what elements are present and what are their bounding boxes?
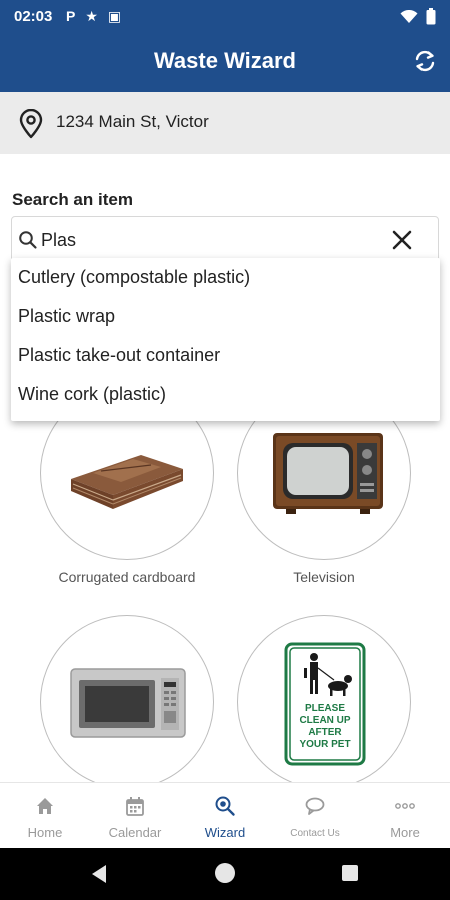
recent-apps-icon[interactable] bbox=[342, 865, 358, 881]
item-image-circle bbox=[40, 615, 214, 789]
home-icon bbox=[37, 798, 53, 814]
address-text: 1234 Main St, Victor bbox=[56, 112, 209, 131]
more-icon bbox=[395, 803, 415, 809]
app-header: 02:03 P ★ ▣ Waste Wizard bbox=[0, 0, 450, 92]
search-suggestions: Cutlery (compostable plastic) Plastic wr… bbox=[11, 258, 440, 421]
nav-label: Home bbox=[27, 825, 63, 840]
system-navigation-bar bbox=[0, 848, 450, 900]
status-notification-icons: P ★ ▣ bbox=[66, 8, 121, 25]
battery-icon bbox=[426, 8, 436, 25]
parking-icon: P bbox=[66, 8, 76, 24]
page-title: Waste Wizard bbox=[153, 48, 296, 73]
suggestion-item[interactable]: Cutlery (compostable plastic) bbox=[11, 262, 440, 301]
sign-text-line: CLEAN UP bbox=[299, 715, 350, 726]
sim-icon: ▣ bbox=[107, 8, 122, 24]
status-time: 02:03 bbox=[14, 8, 53, 25]
location-pin-icon bbox=[19, 109, 43, 139]
sign-text-line: YOUR PET bbox=[299, 739, 350, 750]
wifi-icon bbox=[400, 9, 418, 23]
address-selector[interactable]: 1234 Main St, Victor bbox=[0, 92, 450, 154]
nav-item-contact[interactable]: Contact Us bbox=[270, 783, 360, 848]
search-icon bbox=[19, 231, 37, 249]
item-card-pet-waste[interactable]: PLEASE CLEAN UP AFTER YOUR PET bbox=[237, 615, 411, 789]
home-button-icon[interactable] bbox=[215, 863, 235, 883]
nav-label: Wizard bbox=[204, 825, 246, 840]
suggestion-item[interactable]: Wine cork (plastic) bbox=[11, 379, 440, 418]
status-bar: 02:03 P ★ ▣ bbox=[0, 0, 450, 34]
chat-icon bbox=[305, 797, 325, 815]
search-input[interactable] bbox=[41, 225, 381, 255]
bottom-navigation: Home Calendar Wizard Contact Us More bbox=[0, 782, 450, 848]
microwave-image bbox=[70, 668, 186, 738]
nav-item-home[interactable]: Home bbox=[0, 783, 90, 848]
item-card-microwave[interactable] bbox=[40, 615, 214, 789]
nav-label: Contact Us bbox=[290, 828, 340, 839]
close-icon bbox=[392, 230, 412, 250]
wizard-icon bbox=[215, 796, 235, 816]
star-icon: ★ bbox=[85, 8, 98, 24]
search-label: Search an item bbox=[12, 190, 133, 209]
suggestion-item[interactable]: Plastic take-out container bbox=[11, 340, 440, 379]
nav-item-more[interactable]: More bbox=[360, 783, 450, 848]
refresh-button[interactable] bbox=[412, 48, 438, 74]
nav-label: Calendar bbox=[108, 825, 162, 840]
status-system-icons bbox=[400, 8, 436, 25]
nav-item-wizard[interactable]: Wizard bbox=[180, 783, 270, 848]
sign-text-line: AFTER bbox=[308, 727, 342, 738]
item-image-circle: PLEASE CLEAN UP AFTER YOUR PET bbox=[237, 615, 411, 789]
sign-text-line: PLEASE bbox=[305, 703, 345, 714]
item-label: Corrugated cardboard bbox=[58, 569, 196, 585]
clear-search-button[interactable] bbox=[390, 228, 414, 252]
suggestion-item[interactable]: Plastic wrap bbox=[11, 301, 440, 340]
back-icon[interactable] bbox=[90, 864, 108, 884]
item-label: Television bbox=[293, 569, 355, 585]
refresh-icon bbox=[415, 50, 435, 72]
nav-item-calendar[interactable]: Calendar bbox=[90, 783, 180, 848]
search-box bbox=[11, 216, 439, 262]
nav-label: More bbox=[390, 825, 420, 840]
calendar-icon bbox=[126, 797, 144, 816]
pet-waste-sign-image: PLEASE CLEAN UP AFTER YOUR PET bbox=[284, 642, 366, 766]
